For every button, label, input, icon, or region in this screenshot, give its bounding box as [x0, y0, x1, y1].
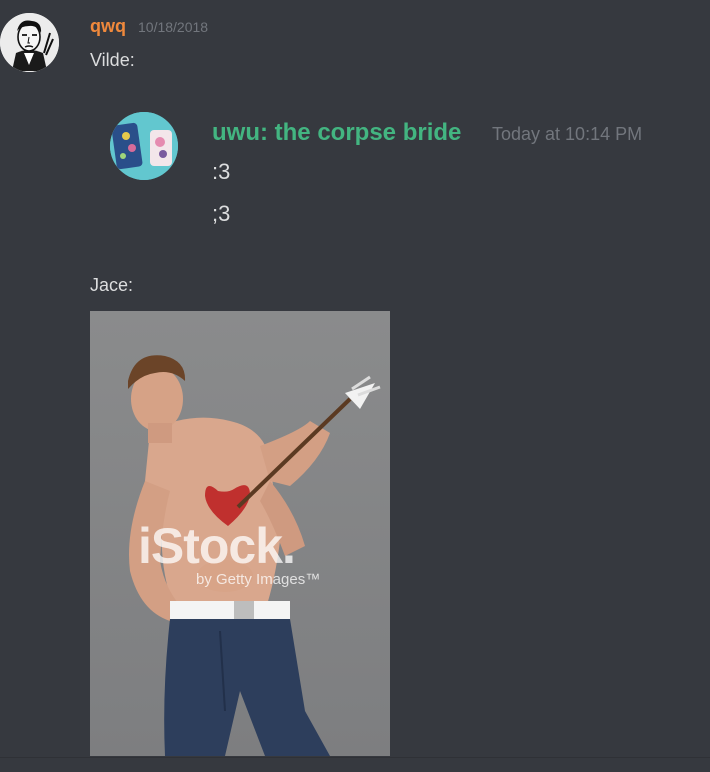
- quoted-line: :3: [212, 159, 231, 184]
- message-line-jace: Jace:: [90, 275, 134, 295]
- quoted-line: ;3: [212, 201, 231, 226]
- quoted-avatar: [110, 112, 178, 180]
- quoted-author-name: uwu: the corpse bride: [212, 119, 462, 146]
- phone-case-icon: [110, 112, 178, 180]
- author-name[interactable]: qwq: [90, 16, 126, 37]
- quoted-timestamp: Today at 10:14 PM: [492, 124, 643, 144]
- chat-view: qwq 10/18/2018 Vilde: uwu: the corpse br…: [0, 0, 710, 772]
- watermark-subtext: by Getty Images™: [196, 571, 321, 588]
- message-line-vilde: Vilde:: [90, 50, 135, 70]
- sketch-face-icon: [0, 13, 59, 72]
- image-attachment[interactable]: iStock. by Getty Images™: [90, 311, 390, 756]
- avatar[interactable]: [0, 13, 59, 72]
- watermark-text: iStock.: [138, 518, 296, 574]
- message-timestamp: 10/18/2018: [138, 19, 209, 35]
- divider: [0, 757, 710, 758]
